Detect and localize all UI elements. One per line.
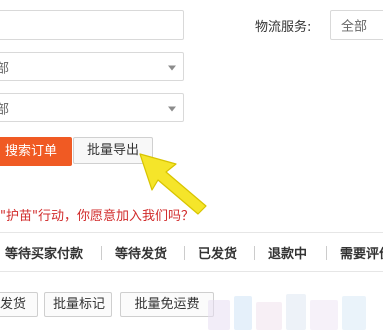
filter-select-2[interactable]: 全部 [0,52,184,81]
filter-select-3-value: 全部 [0,102,10,117]
watermark [200,290,383,333]
batch-mark-button[interactable]: 批量标记 [44,292,112,317]
logistics-service-select[interactable]: 全部 [330,10,383,40]
filter-select-2-value: 全部 [0,61,10,76]
tab-separator [254,246,255,260]
order-search-field[interactable] [0,10,184,40]
tab-separator [326,246,327,260]
order-status-tabs: 等待买家付款 等待发货 已发货 退款中 需要评价 [0,243,383,269]
tab-separator [101,246,102,260]
divider [0,271,383,272]
tab-shipped[interactable]: 已发货 [198,243,237,262]
ship-button[interactable]: 发货 [0,292,38,317]
promo-text: "护苗"行动，你愿意加入我们吗？ [0,209,194,224]
tab-refunding[interactable]: 退款中 [268,243,307,262]
divider [0,232,383,233]
logistics-service-value: 全部 [341,19,368,35]
tab-awaiting-payment[interactable]: 等待买家付款 [5,243,83,262]
logistics-service-label: 物流服务: [255,20,312,35]
search-orders-button[interactable]: 搜索订单 [0,137,72,166]
tab-awaiting-shipment[interactable]: 等待发货 [115,243,167,262]
tab-separator [184,246,185,260]
filter-select-3[interactable]: 全部 [0,93,184,122]
order-management-panel: 物流服务: 全部 全部 全部 搜索订单 批量导出 "护苗"行动，你愿意加入我们吗… [0,0,383,333]
tab-needs-review[interactable]: 需要评价 [340,243,383,262]
chevron-down-icon [168,65,176,70]
chevron-down-icon [168,106,176,111]
